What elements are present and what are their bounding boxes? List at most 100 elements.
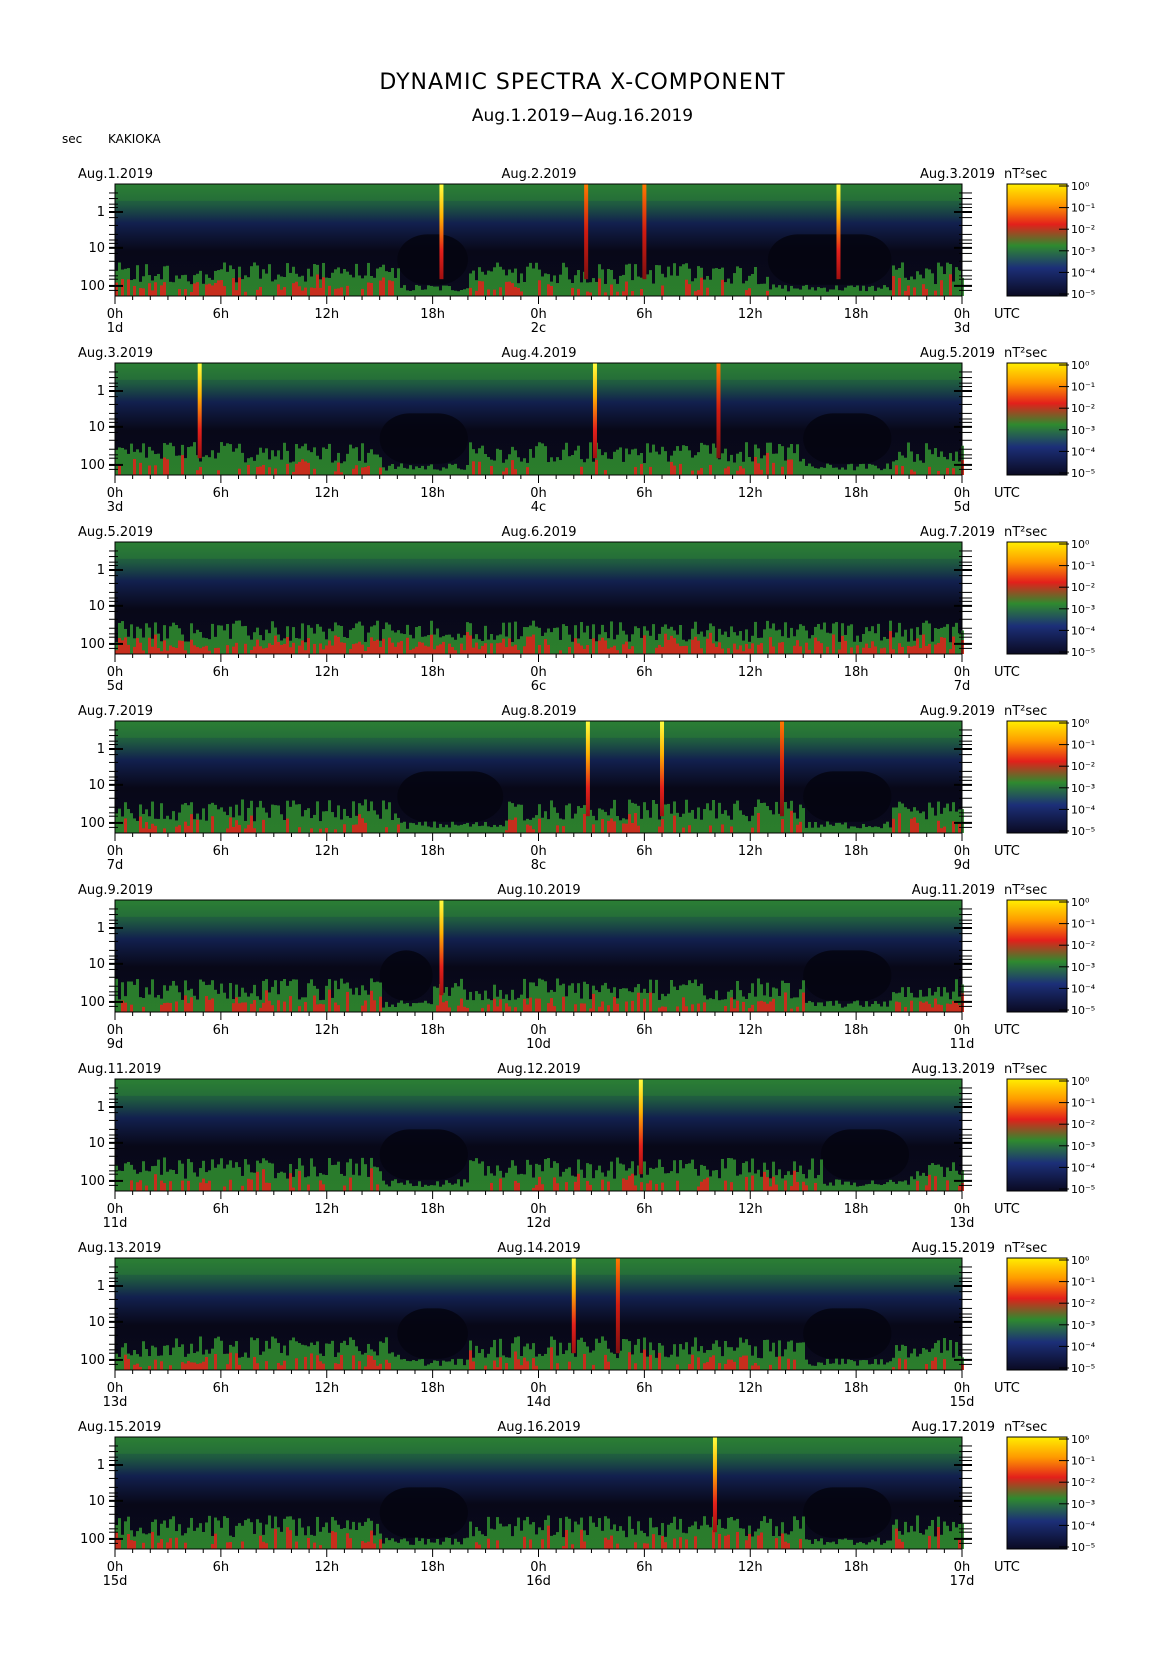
activity-peak: [277, 641, 280, 654]
activity-column: [520, 1530, 523, 1549]
activity-column: [811, 1543, 814, 1549]
activity-peak: [925, 288, 928, 296]
activity-column: [649, 635, 652, 654]
activity-column: [154, 997, 157, 1012]
activity-peak: [727, 648, 730, 654]
activity-column: [895, 632, 898, 654]
activity-column: [679, 816, 682, 833]
activity-column: [448, 1182, 451, 1191]
activity-peak: [610, 647, 613, 654]
activity-column: [301, 1527, 304, 1549]
activity-peak: [433, 649, 436, 654]
activity-peak: [928, 1003, 931, 1012]
activity-peak: [190, 639, 193, 654]
activity-column: [223, 630, 226, 654]
activity-column: [730, 283, 733, 296]
activity-column: [727, 991, 730, 1012]
activity-peak: [358, 641, 361, 654]
activity-peak: [298, 461, 301, 475]
activity-column: [904, 807, 907, 833]
activity-peak: [748, 648, 751, 654]
activity-peak: [232, 646, 235, 654]
activity-column: [820, 824, 823, 833]
activity-column: [403, 821, 406, 833]
activity-column: [511, 989, 514, 1012]
activity-column: [619, 1526, 622, 1549]
activity-peak: [766, 1003, 769, 1012]
activity-peak: [898, 277, 901, 296]
activity-peak: [385, 827, 388, 833]
activity-column: [592, 278, 595, 296]
y-tick-label: 100: [80, 1532, 105, 1547]
activity-peak: [793, 1359, 796, 1370]
activity-column: [592, 1522, 595, 1549]
activity-column: [421, 289, 424, 296]
activity-column: [760, 803, 763, 833]
activity-peak: [205, 996, 208, 1012]
activity-peak: [943, 1359, 946, 1370]
activity-peak: [934, 290, 937, 296]
activity-peak: [733, 1361, 736, 1370]
activity-peak: [148, 1365, 151, 1370]
colorbar-tick-label: 10⁻³: [1071, 1498, 1095, 1511]
activity-peak: [514, 1351, 517, 1370]
activity-column: [559, 1518, 562, 1549]
colorbar-unit-label: nT²sec: [1004, 167, 1047, 182]
activity-column: [817, 1002, 820, 1012]
y-tick-label: 1: [97, 1458, 105, 1473]
activity-column: [136, 820, 139, 833]
activity-peak: [499, 999, 502, 1012]
activity-peak: [268, 1000, 271, 1012]
activity-peak: [526, 1361, 529, 1370]
activity-peak: [214, 282, 217, 296]
activity-column: [835, 1358, 838, 1370]
activity-peak: [604, 470, 607, 475]
activity-peak: [364, 1366, 367, 1370]
activity-peak: [700, 468, 703, 475]
activity-peak: [298, 286, 301, 296]
activity-column: [454, 1183, 457, 1191]
activity-peak: [154, 634, 157, 654]
activity-column: [430, 1185, 433, 1191]
activity-column: [736, 1175, 739, 1191]
activity-peak: [160, 1361, 163, 1370]
activity-column: [628, 263, 631, 296]
activity-column: [433, 986, 436, 1012]
activity-column: [874, 1184, 877, 1191]
activity-column: [328, 1343, 331, 1370]
activity-peak: [751, 1004, 754, 1012]
activity-peak: [673, 1538, 676, 1549]
activity-column: [442, 285, 445, 296]
activity-column: [673, 986, 676, 1012]
activity-peak: [508, 819, 511, 833]
activity-column: [403, 634, 406, 654]
activity-peak: [331, 1531, 334, 1549]
activity-peak: [928, 1174, 931, 1191]
activity-peak: [517, 1359, 520, 1370]
activity-column: [373, 454, 376, 475]
activity-column: [760, 1176, 763, 1191]
activity-column: [616, 1157, 619, 1191]
activity-column: [220, 1527, 223, 1549]
activity-peak: [538, 818, 541, 833]
activity-peak: [598, 1006, 601, 1012]
activity-peak: [184, 289, 187, 296]
activity-peak: [238, 277, 241, 296]
activity-peak: [481, 1008, 484, 1012]
activity-peak: [655, 1184, 658, 1191]
activity-column: [877, 826, 880, 833]
activity-peak: [220, 280, 223, 296]
activity-peak: [766, 290, 769, 296]
activity-column: [802, 1342, 805, 1370]
activity-column: [172, 1347, 175, 1370]
activity-column: [283, 819, 286, 833]
activity-column: [556, 1532, 559, 1549]
activity-column: [124, 449, 127, 475]
activity-peak: [175, 647, 178, 654]
activity-column: [301, 816, 304, 833]
activity-peak: [265, 1182, 268, 1191]
activity-peak: [580, 1003, 583, 1012]
activity-peak: [199, 648, 202, 654]
activity-column: [310, 979, 313, 1012]
activity-column: [397, 268, 400, 296]
